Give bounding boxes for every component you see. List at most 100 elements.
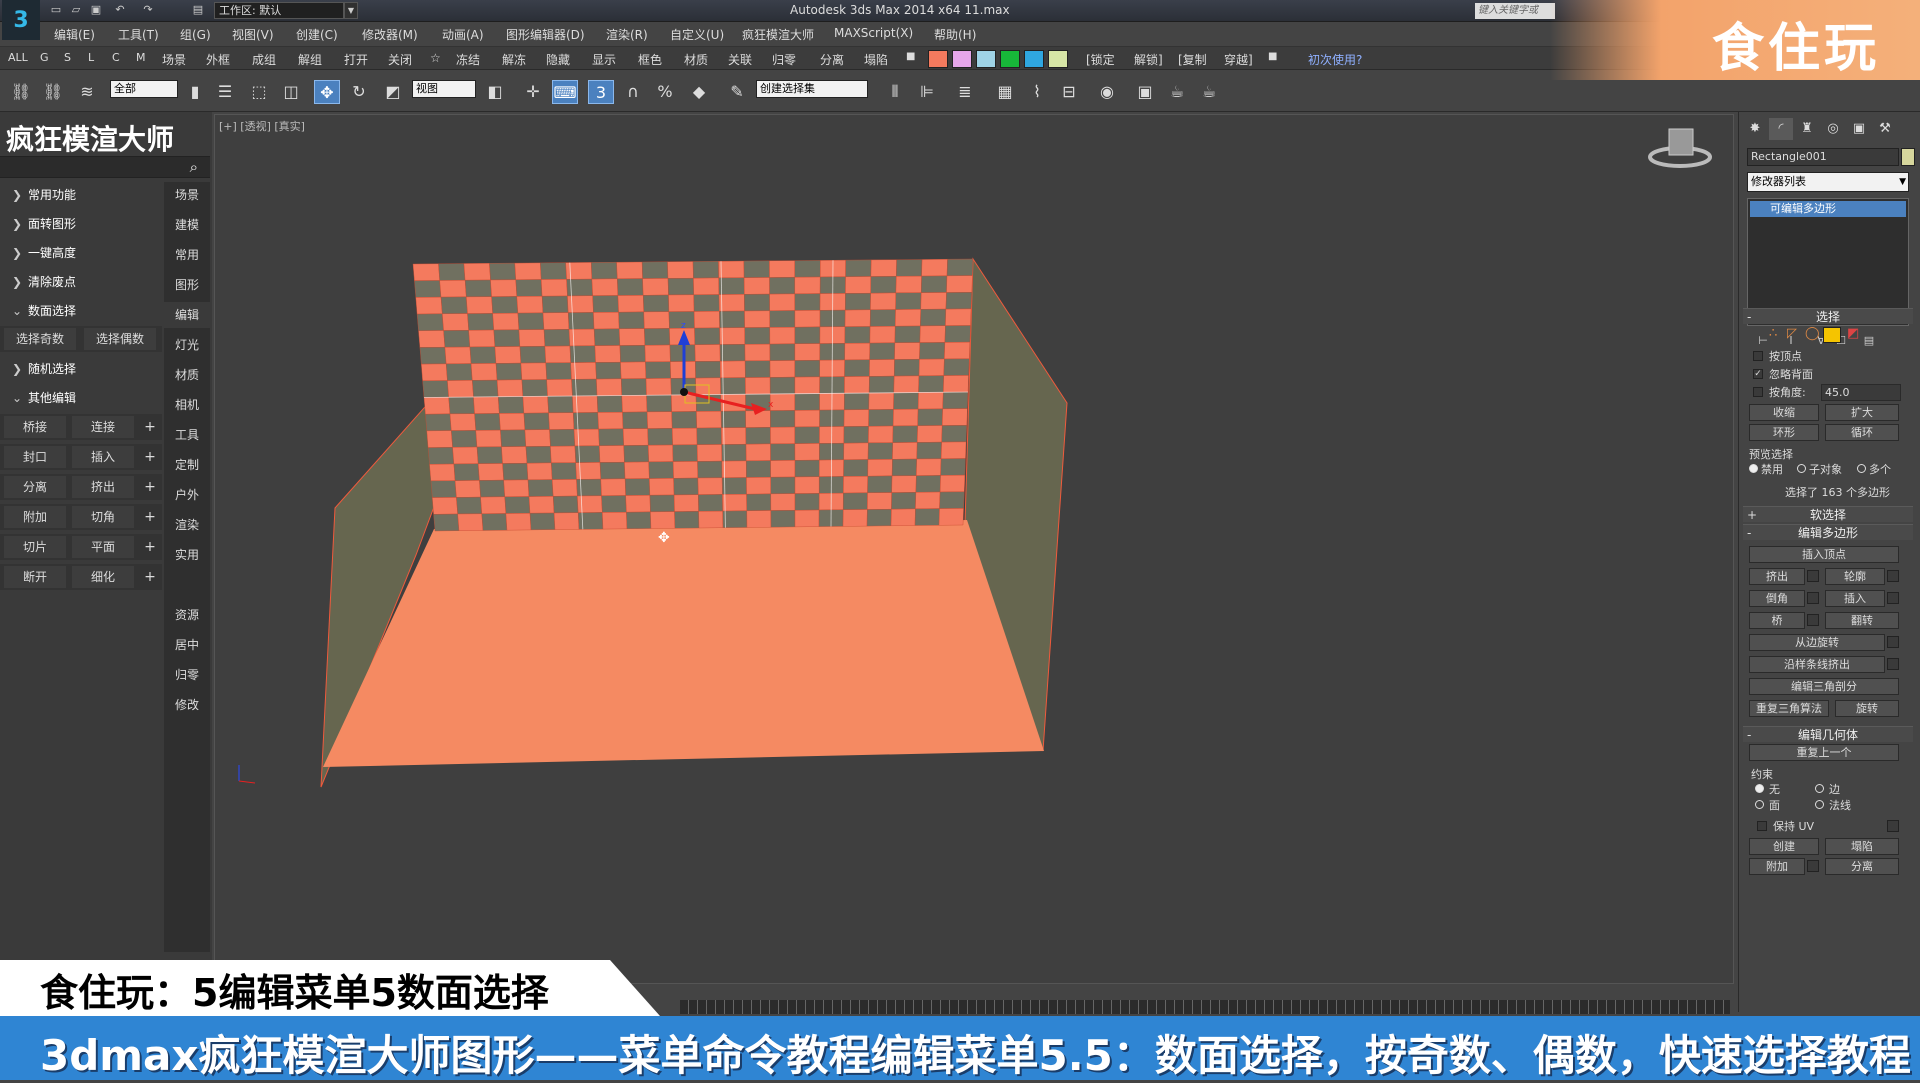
create-button[interactable]: 创建 (1749, 838, 1819, 855)
extrude-button[interactable]: 挤出 (72, 476, 134, 498)
cat-modeling[interactable]: 建模 (164, 212, 210, 238)
hinge-settings-icon[interactable] (1887, 636, 1899, 648)
slice-button[interactable]: 切片 (4, 536, 66, 558)
layer-manager-icon[interactable]: ≣ (952, 80, 978, 104)
qb-scene[interactable]: 场景 (162, 51, 186, 68)
vertex-mode-icon[interactable]: ∴ (1769, 326, 1777, 341)
cat-edit[interactable]: 编辑 (164, 302, 210, 328)
qb-lock[interactable]: [锁定 (1086, 51, 1115, 68)
menu-edit[interactable]: 编辑(E) (54, 26, 95, 43)
menu-create[interactable]: 创建(C) (296, 26, 338, 43)
rect-selection-icon[interactable]: ⬚ (246, 80, 272, 104)
collapse-button[interactable]: 塌陷 (1825, 838, 1899, 855)
qb-copy[interactable]: [复制 (1178, 51, 1207, 68)
section-random-select[interactable]: ❯ 随机选择 (0, 356, 162, 382)
undo-icon[interactable]: ↶ (112, 3, 128, 17)
named-selection-dropdown[interactable]: 创建选择集 (756, 80, 868, 98)
modifier-list-dropdown[interactable]: 修改器列表 ▼ (1747, 172, 1909, 192)
turn-button[interactable]: 旋转 (1835, 700, 1899, 717)
section-face-select[interactable]: ⌄ 数面选择 (0, 298, 162, 324)
menu-modifiers[interactable]: 修改器(M) (362, 26, 418, 43)
material-editor-icon[interactable]: ◉ (1094, 80, 1120, 104)
qb-box[interactable]: 外框 (206, 51, 230, 68)
menu-views[interactable]: 视图(V) (232, 26, 274, 43)
color-swatch-1[interactable] (928, 50, 948, 68)
bridge-settings-icon[interactable] (1807, 614, 1819, 626)
schematic-view-icon[interactable]: ⊟ (1056, 80, 1082, 104)
percent-snap-icon[interactable]: % (652, 80, 678, 104)
constraint-normal-radio[interactable] (1815, 800, 1824, 809)
qb-close[interactable]: 关闭 (388, 51, 412, 68)
object-name-field[interactable]: Rectangle001 (1747, 148, 1899, 166)
menu-help[interactable]: 帮助(H) (934, 26, 976, 43)
qb-unfreeze[interactable]: 解冻 (502, 51, 526, 68)
cat-zero[interactable]: 归零 (164, 662, 210, 688)
workspace-dropdown[interactable]: 工作区: 默认 (214, 2, 344, 19)
filter-materials[interactable]: M (136, 51, 146, 64)
plus-icon[interactable]: + (142, 446, 158, 468)
modifier-stack[interactable]: 可编辑多边形 (1747, 198, 1909, 326)
color-swatch-3[interactable] (976, 50, 996, 68)
outline-button[interactable]: 轮廓 (1825, 568, 1885, 585)
angle-spinner[interactable]: 45.0 (1821, 384, 1901, 401)
ring-button[interactable]: 环形 (1749, 424, 1819, 441)
inset-button[interactable]: 插入 (1825, 590, 1885, 607)
menu-animation[interactable]: 动画(A) (442, 26, 484, 43)
view-cube-icon[interactable] (1648, 128, 1712, 168)
utilities-tab-icon[interactable]: ⚒ (1873, 118, 1897, 140)
inset-settings-icon[interactable] (1887, 592, 1899, 604)
edit-named-selection-icon[interactable]: ✎ (724, 80, 750, 104)
retriangulate-button[interactable]: 重复三角算法 (1749, 700, 1829, 717)
menu-graph-editors[interactable]: 图形编辑器(D) (506, 26, 585, 43)
qb-pass[interactable]: 穿越] (1224, 51, 1253, 68)
cat-camera[interactable]: 相机 (164, 392, 210, 418)
qb-frame-color[interactable]: 框色 (638, 51, 662, 68)
attach-button[interactable]: 附加 (1749, 858, 1805, 875)
curve-editor-icon[interactable]: ⌇ (1024, 80, 1050, 104)
bevel-button[interactable]: 倒角 (1749, 590, 1805, 607)
extrude-button[interactable]: 挤出 (1749, 568, 1805, 585)
cat-utility[interactable]: 实用 (164, 542, 210, 568)
qb-group[interactable]: 成组 (252, 51, 276, 68)
by-vertex-checkbox[interactable] (1753, 351, 1763, 361)
cat-common[interactable]: 常用 (164, 242, 210, 268)
edge-mode-icon[interactable]: ◸ (1787, 326, 1797, 341)
attach-button[interactable]: 附加 (4, 506, 66, 528)
rotate-icon[interactable]: ↻ (346, 80, 372, 104)
preview-multi-radio[interactable] (1857, 464, 1866, 473)
link-icon[interactable]: ⛓ (8, 80, 34, 104)
spinner-snap-icon[interactable]: ◆ (686, 80, 712, 104)
select-by-name-icon[interactable]: ☰ (212, 80, 238, 104)
selection-filter-dropdown[interactable]: 全部 (110, 80, 178, 98)
filter-lights[interactable]: L (88, 51, 94, 64)
preview-off-radio[interactable] (1749, 464, 1758, 473)
hinge-button[interactable]: 从边旋转 (1749, 634, 1885, 651)
section-other-edit[interactable]: ⌄ 其他编辑 (0, 385, 162, 411)
hold-icon[interactable]: ▤ (190, 3, 206, 17)
display-tab-icon[interactable]: ▣ (1847, 118, 1871, 140)
search-icon[interactable]: ⌕ (190, 158, 198, 176)
modify-tab-icon[interactable]: ◜ (1769, 118, 1793, 140)
edit-polygons-rollout-header[interactable]: - 编辑多边形 (1743, 524, 1913, 540)
angle-snap-icon[interactable]: ∩ (620, 80, 646, 104)
cat-custom[interactable]: 定制 (164, 452, 210, 478)
qb-ungroup[interactable]: 解组 (298, 51, 322, 68)
mirror-icon[interactable]: ⫴ (882, 80, 908, 104)
connect-button[interactable]: 连接 (72, 416, 134, 438)
qb-material[interactable]: 材质 (684, 51, 708, 68)
constraint-face-radio[interactable] (1755, 800, 1764, 809)
cat-lights[interactable]: 灯光 (164, 332, 210, 358)
qb-star-icon[interactable]: ☆ (430, 51, 441, 65)
extrude-spline-settings-icon[interactable] (1887, 658, 1899, 670)
color-swatch-6[interactable] (1048, 50, 1068, 68)
filter-cameras[interactable]: C (112, 51, 120, 64)
plus-icon[interactable]: + (142, 506, 158, 528)
repeat-last-button[interactable]: 重复上一个 (1749, 744, 1899, 761)
rendered-frame-icon[interactable]: ☕ (1164, 80, 1190, 104)
pivot-center-icon[interactable]: ◧ (482, 80, 508, 104)
ignore-backface-checkbox[interactable]: ✓ (1753, 369, 1763, 379)
by-angle-checkbox[interactable] (1753, 387, 1763, 397)
menu-maxscript[interactable]: MAXScript(X) (834, 26, 913, 40)
outline-settings-icon[interactable] (1887, 570, 1899, 582)
border-mode-icon[interactable]: ◯ (1805, 326, 1820, 341)
